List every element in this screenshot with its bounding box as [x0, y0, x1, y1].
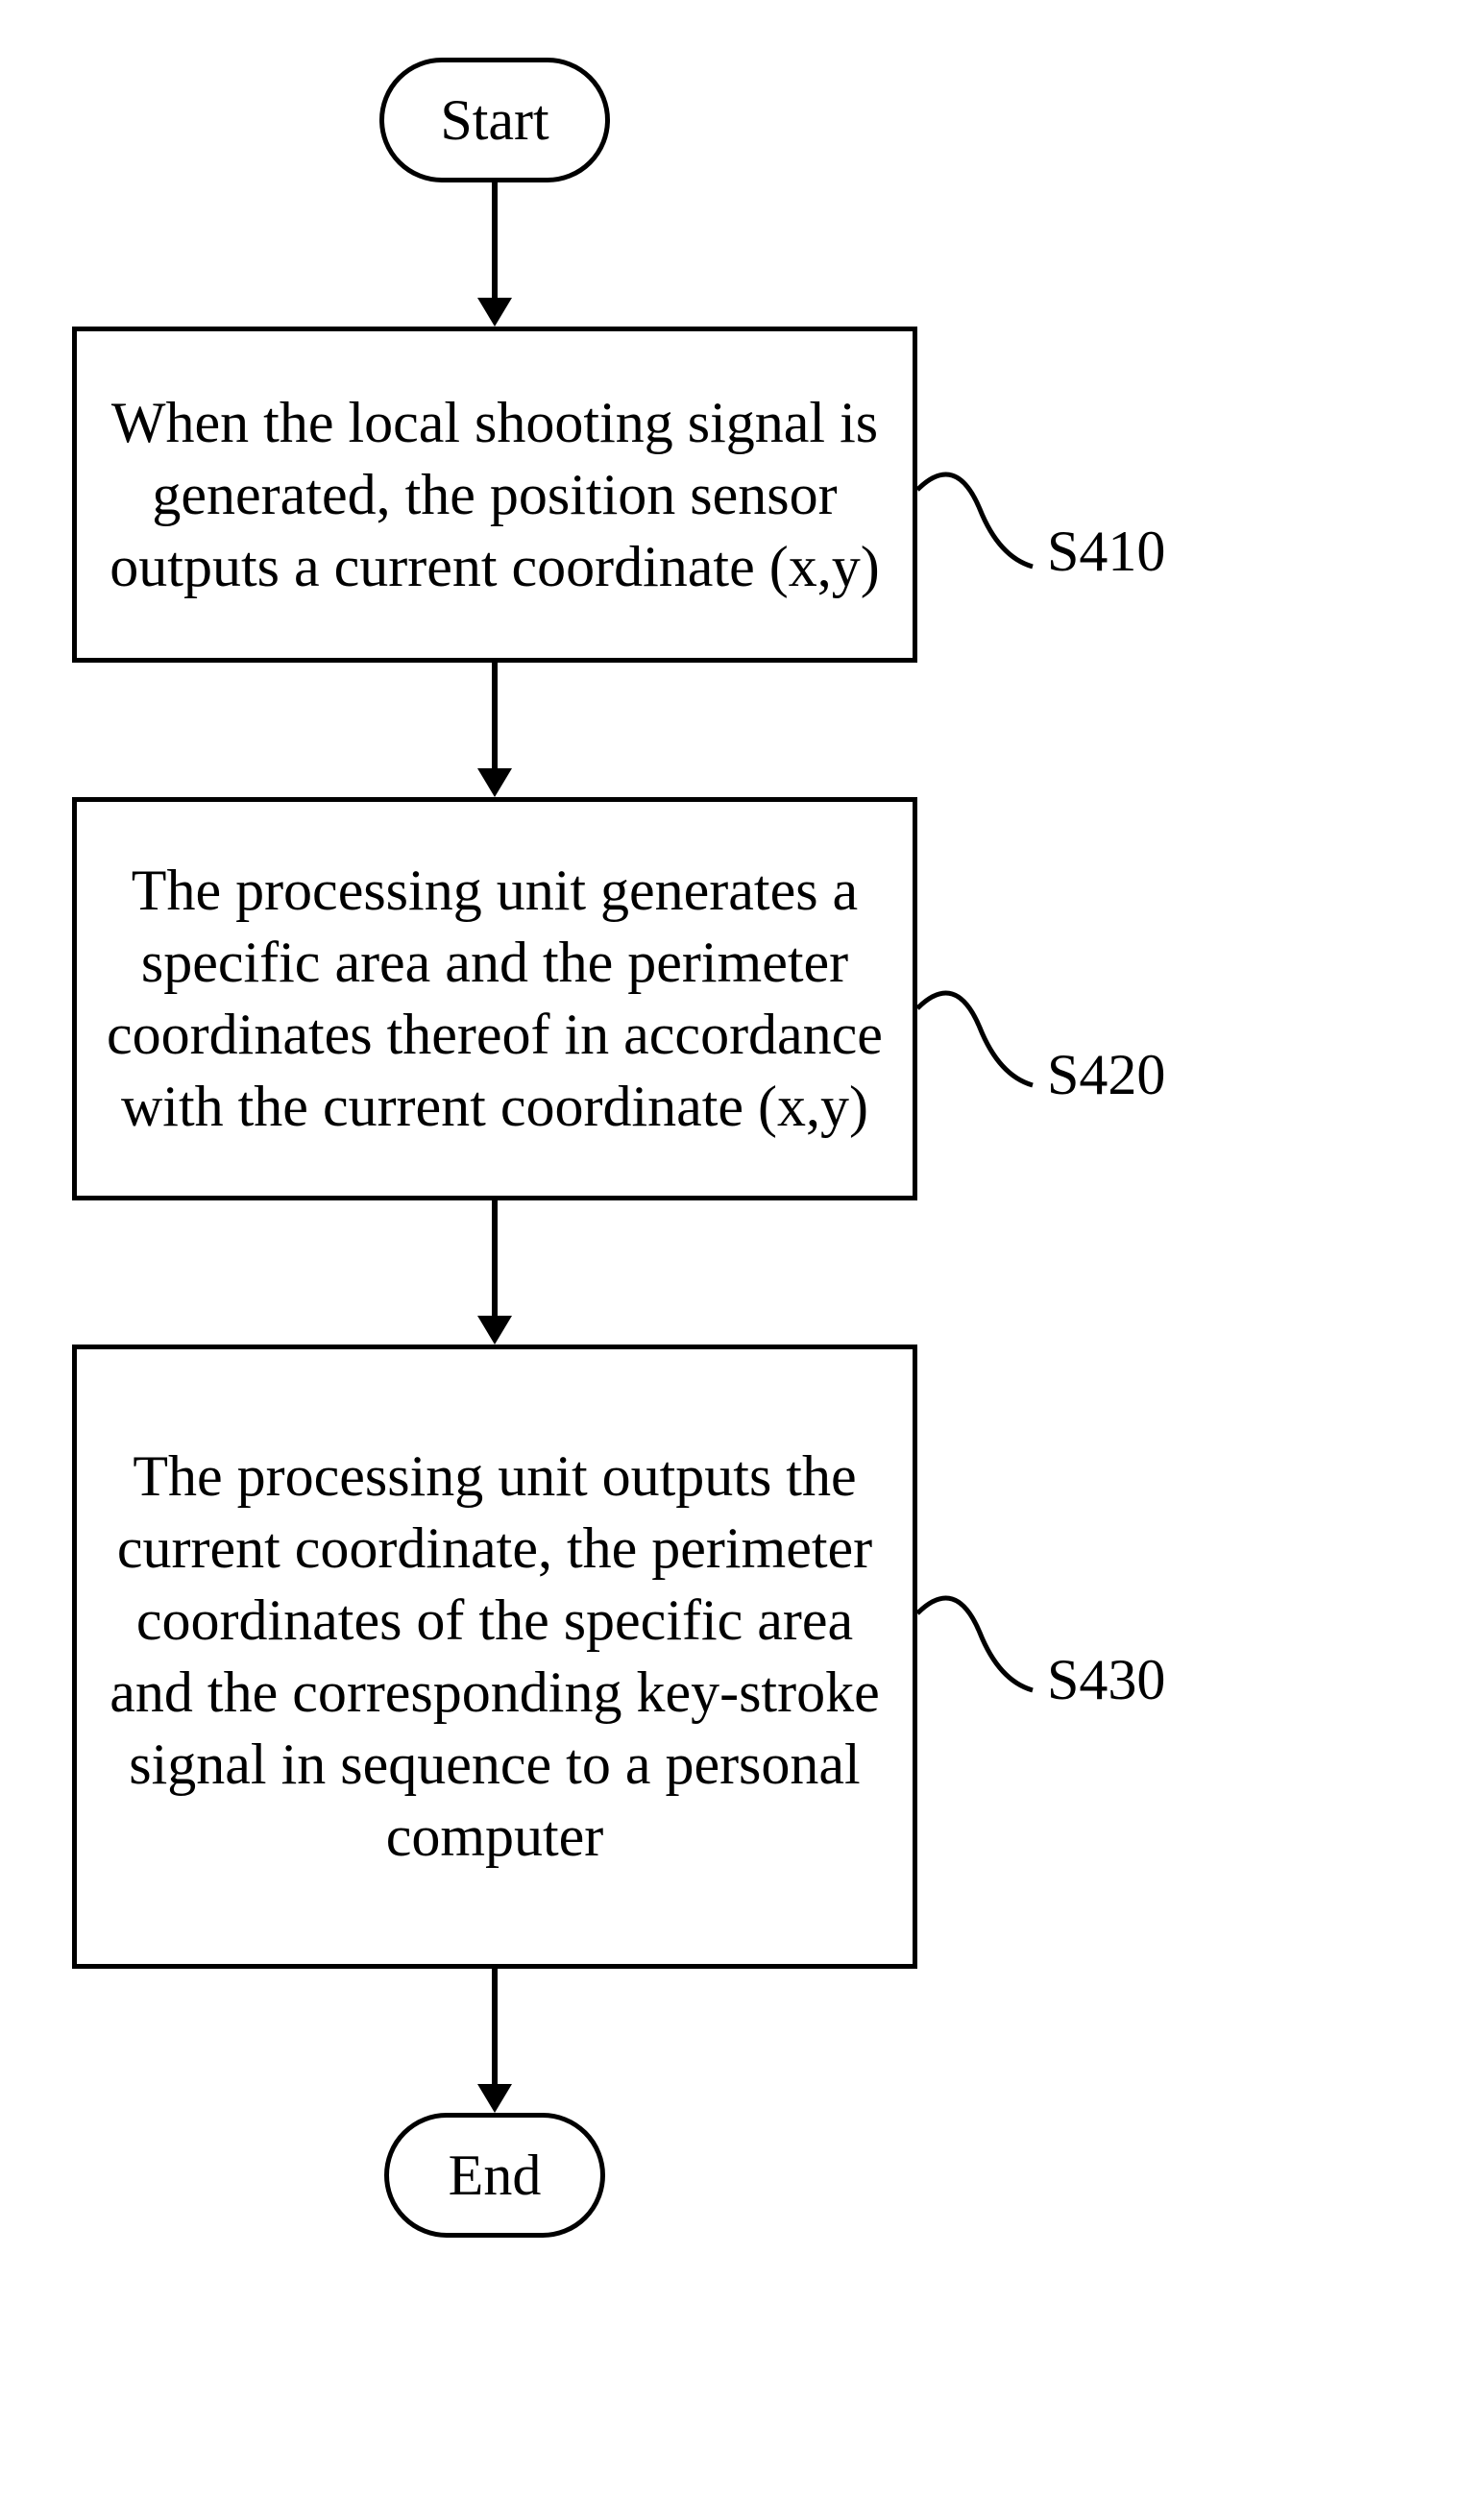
arrow-s420-to-s430 — [492, 1200, 498, 1316]
arrow-head-s410-to-s420 — [477, 768, 512, 797]
arrow-head-s420-to-s430 — [477, 1316, 512, 1345]
step-s420-text: The processing unit generates a specific… — [96, 855, 893, 1143]
connector-s430 — [917, 1585, 1042, 1700]
step-s420-label: S420 — [1047, 1042, 1165, 1108]
terminator-start: Start — [379, 58, 610, 182]
connector-s410 — [917, 461, 1042, 576]
step-s410-text: When the local shooting signal is genera… — [96, 387, 893, 603]
step-s430-label: S430 — [1047, 1647, 1165, 1713]
step-s420-box: The processing unit generates a specific… — [72, 797, 917, 1200]
arrow-head-start-to-s410 — [477, 298, 512, 327]
step-s410-label: S410 — [1047, 519, 1165, 585]
arrow-s430-to-end — [492, 1969, 498, 2084]
connector-s420 — [917, 980, 1042, 1095]
arrow-s410-to-s420 — [492, 663, 498, 768]
terminator-end: End — [384, 2113, 605, 2238]
arrow-start-to-s410 — [492, 182, 498, 298]
terminator-end-text: End — [449, 2143, 542, 2209]
terminator-start-text: Start — [440, 87, 548, 154]
step-s410-box: When the local shooting signal is genera… — [72, 327, 917, 663]
arrow-head-s430-to-end — [477, 2084, 512, 2113]
flowchart-canvas: Start When the local shooting signal is … — [0, 0, 1462, 2520]
step-s430-box: The processing unit outputs the current … — [72, 1345, 917, 1969]
step-s430-text: The processing unit outputs the current … — [96, 1441, 893, 1873]
